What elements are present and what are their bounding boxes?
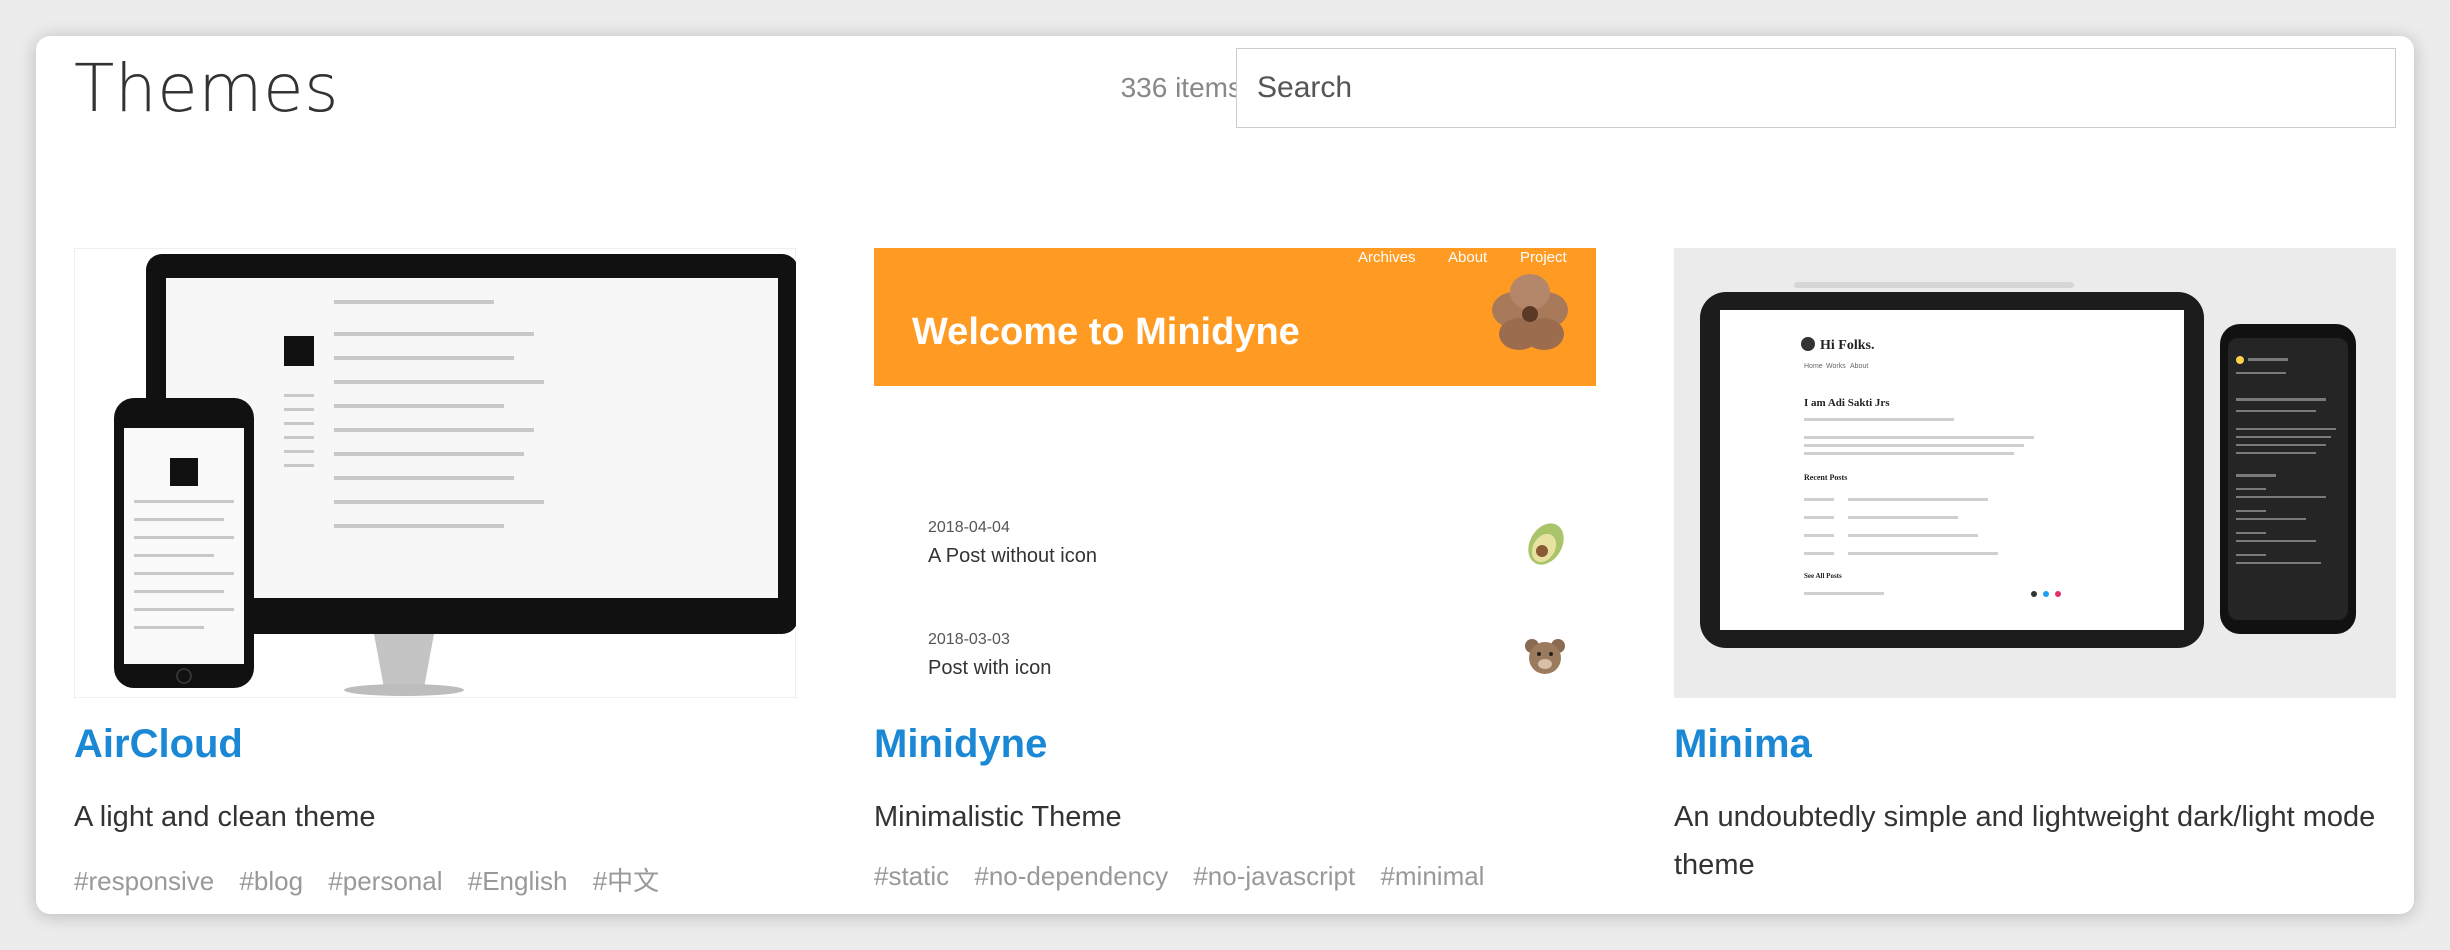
theme-description: An undoubtedly simple and lightweight da… <box>1674 801 2376 881</box>
preview-section: Recent Posts <box>1804 473 1847 482</box>
theme-title-link[interactable]: Minidyne <box>874 722 1596 767</box>
theme-thumbnail-minima[interactable]: Hi Folks. Home Works About I am Adi Sakt… <box>1674 248 2396 698</box>
theme-tags: #responsive #blog #personal #English #中文 <box>74 861 796 898</box>
search-input[interactable] <box>1236 48 2396 128</box>
preview-nav-archives: Archives <box>1358 249 1416 266</box>
theme-title-link[interactable]: AirCloud <box>74 722 796 767</box>
preview-nav-about: About <box>1850 363 1868 370</box>
minima-preview-image: Hi Folks. Home Works About I am Adi Sakt… <box>1674 248 2396 698</box>
post-title: A Post without icon <box>928 545 1097 567</box>
tag-link[interactable]: #no-dependency <box>974 861 1168 891</box>
preview-nav-project: Project <box>1520 249 1568 266</box>
tag-link[interactable]: #responsive <box>74 866 214 896</box>
theme-description: A light and clean theme <box>74 801 376 833</box>
theme-title-link[interactable]: Minima <box>1674 722 2396 767</box>
aircloud-preview-image <box>74 248 796 698</box>
preview-nav-home: Home <box>1804 363 1823 370</box>
post-date: 2018-03-03 <box>928 631 1010 648</box>
tag-link[interactable]: #static <box>874 861 949 891</box>
theme-thumbnail-aircloud[interactable] <box>74 248 796 698</box>
preview-greeting: Hi Folks. <box>1820 338 1874 353</box>
browser-window: Themes 336 items Search AirCloud A light… <box>36 36 2414 914</box>
theme-description: Minimalistic Theme <box>874 801 1122 833</box>
preview-nav-works: Works <box>1826 363 1846 370</box>
post-title: Post with icon <box>928 657 1051 679</box>
theme-card-minima: Hi Folks. Home Works About I am Adi Sakt… <box>1674 248 2396 889</box>
minidyne-preview-image: Archives About Project Welcome to Minidy… <box>874 248 1596 698</box>
post-date: 2018-04-04 <box>928 519 1010 536</box>
tag-link[interactable]: #English <box>468 866 568 896</box>
theme-tags: #static #no-dependency #no-javascript #m… <box>874 861 1596 892</box>
tag-link[interactable]: #personal <box>328 866 442 896</box>
tag-link[interactable]: #no-javascript <box>1193 861 1355 891</box>
preview-see-all: See All Posts <box>1804 572 1842 580</box>
preview-heading: I am Adi Sakti Jrs <box>1804 397 1890 409</box>
theme-thumbnail-minidyne[interactable]: Archives About Project Welcome to Minidy… <box>874 248 1596 698</box>
theme-card-aircloud: AirCloud A light and clean theme #respon… <box>74 248 796 898</box>
theme-card-minidyne: Archives About Project Welcome to Minidy… <box>874 248 1596 892</box>
tag-link[interactable]: #blog <box>239 866 303 896</box>
tag-link[interactable]: #中文 <box>593 866 659 896</box>
item-count: 336 items <box>1120 72 1242 103</box>
preview-banner-title: Welcome to Minidyne <box>912 311 1300 353</box>
page-title: Themes <box>74 50 340 127</box>
tag-link[interactable]: #minimal <box>1380 861 1484 891</box>
preview-nav-about: About <box>1448 249 1488 266</box>
